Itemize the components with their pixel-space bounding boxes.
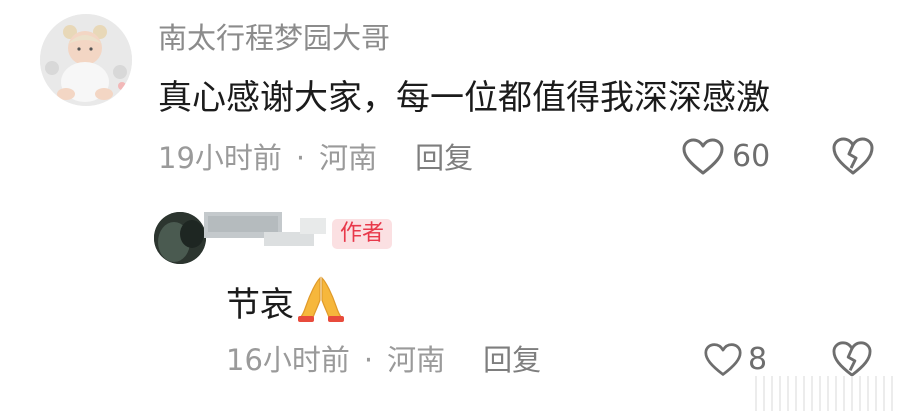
reply-text-content: 节哀 xyxy=(226,284,294,325)
like-button[interactable]: 8 xyxy=(704,340,767,380)
username[interactable]: 南太行程梦园大哥 xyxy=(158,18,390,58)
username-blurred[interactable] xyxy=(204,210,328,250)
reply-meta: 16小时前 · 河南 回复 xyxy=(226,340,541,380)
separator: · xyxy=(363,343,374,377)
reply-button[interactable]: 回复 xyxy=(483,340,541,380)
like-button[interactable]: 60 xyxy=(682,137,770,177)
avatar[interactable] xyxy=(154,212,206,264)
broken-heart-icon xyxy=(832,341,872,377)
separator: · xyxy=(295,141,306,175)
baby-photo-avatar-image xyxy=(40,14,132,106)
timestamp: 19小时前 xyxy=(158,141,282,175)
like-count: 60 xyxy=(732,139,771,174)
dislike-button[interactable] xyxy=(832,136,874,180)
praying-hands-icon xyxy=(296,274,346,335)
like-count: 8 xyxy=(748,342,768,377)
author-badge: 作者 xyxy=(332,219,393,249)
reply-button[interactable]: 回复 xyxy=(415,138,473,178)
location: 河南 xyxy=(387,343,446,377)
location: 河南 xyxy=(319,141,378,175)
avatar[interactable] xyxy=(40,14,132,106)
comment-text: 真心感谢大家，每一位都值得我深深感激 xyxy=(158,78,770,118)
comment-meta: 19小时前 · 河南 回复 xyxy=(158,138,473,178)
comment-thread: 南太行程梦园大哥 真心感谢大家，每一位都值得我深深感激 19小时前 · 河南 回… xyxy=(0,0,898,411)
timestamp: 16小时前 xyxy=(226,343,350,377)
heart-outline-icon xyxy=(704,343,742,376)
watermark-overlay xyxy=(752,376,898,411)
heart-outline-icon xyxy=(682,138,724,175)
reply-text: 节哀 xyxy=(226,274,346,335)
broken-heart-icon xyxy=(832,137,874,175)
avatar-image xyxy=(154,212,206,264)
